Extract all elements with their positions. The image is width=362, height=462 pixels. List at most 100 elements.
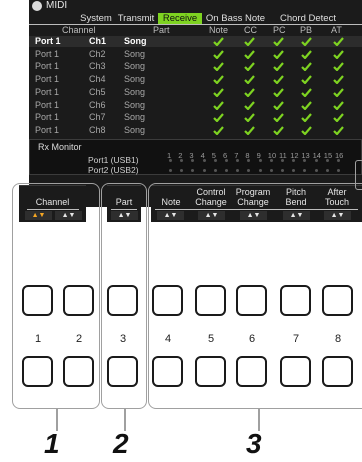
check-icon[interactable] [273,49,284,59]
check-icon[interactable] [213,88,224,97]
page-title: MIDI [46,0,68,11]
button-6-lower[interactable] [236,356,267,387]
check-icon[interactable] [244,49,255,59]
channel-row[interactable]: Port 1 Ch1 Song [29,36,362,47]
check-icon[interactable] [301,62,312,72]
button-number: 7 [292,333,300,345]
button-8-lower[interactable] [322,356,353,387]
button-2-lower[interactable] [63,356,94,387]
rx-activity-dot [325,159,329,162]
check-icon[interactable] [213,126,224,135]
tab-transmit[interactable]: Transmit [116,13,156,24]
check-icon[interactable] [273,62,284,72]
check-icon[interactable] [273,75,284,85]
button-7-lower[interactable] [280,356,311,387]
callout-1: 1 [44,428,60,459]
check-icon[interactable] [333,75,344,85]
channel-row[interactable]: Port 1 Ch5 Song [29,87,362,98]
button-number: 3 [119,333,127,345]
button-5-upper[interactable] [195,285,226,316]
col-header-channel: Channel [62,25,96,35]
check-icon[interactable] [244,62,255,72]
tab-receive[interactable]: Receive [158,13,202,24]
channel-row[interactable]: Port 1 Ch7 Song [29,112,362,123]
check-icon[interactable] [333,37,344,46]
button-4-lower[interactable] [152,356,183,387]
channel-row[interactable]: Port 1 Ch2 Song [29,49,362,60]
check-icon[interactable] [244,88,255,97]
button-3-lower[interactable] [107,356,138,387]
check-icon[interactable] [244,113,255,123]
button-2-upper[interactable] [63,285,94,316]
button-8-upper[interactable] [322,285,353,316]
row-part: Song [124,99,146,110]
tab-on-bass-note[interactable]: On Bass Note [205,13,266,24]
rx-activity-dot [213,169,217,172]
rx-activity-dot [202,169,206,172]
check-icon[interactable] [244,75,255,85]
rx-activity-dot [303,159,307,162]
button-1-lower[interactable] [22,356,53,387]
tab-system[interactable]: System [76,13,116,24]
button-number: 6 [248,333,256,345]
channel-row[interactable]: Port 1 Ch8 Song [29,125,362,136]
check-icon[interactable] [301,75,312,85]
check-icon[interactable] [244,100,255,110]
check-icon[interactable] [301,49,312,59]
row-port: Port 1 [35,74,60,85]
check-icon[interactable] [333,100,344,110]
check-icon[interactable] [273,37,284,46]
check-icon[interactable] [333,126,344,135]
check-icon[interactable] [273,113,284,123]
rx-activity-dot [269,159,273,162]
row-ch: Ch7 [89,112,106,123]
check-icon[interactable] [273,126,284,135]
check-icon[interactable] [301,88,312,97]
channel-row[interactable]: Port 1 Ch4 Song [29,74,362,85]
button-4-upper[interactable] [152,285,183,316]
row-ch: Ch4 [89,74,106,85]
check-icon[interactable] [273,100,284,110]
rx-activity-dot [180,169,184,172]
check-icon[interactable] [213,100,224,110]
title-bar: MIDI [29,0,362,12]
rx-port2-label: Port2 (USB2) [88,165,139,175]
check-icon[interactable] [213,75,224,85]
check-icon[interactable] [333,88,344,97]
row-part: Song [124,74,146,85]
row-ch: Ch6 [89,99,106,110]
check-icon[interactable] [333,49,344,59]
channel-row[interactable]: Port 1 Ch6 Song [29,100,362,111]
channel-row[interactable]: Port 1 Ch3 Song [29,61,362,72]
button-6-upper[interactable] [236,285,267,316]
tab-chord-detect[interactable]: Chord Detect [277,13,339,24]
check-icon[interactable] [244,37,255,46]
button-5-lower[interactable] [195,356,226,387]
check-icon[interactable] [333,62,344,72]
button-1-upper[interactable] [22,285,53,316]
midi-icon [32,1,42,11]
callout-3: 3 [246,428,262,459]
rx-activity-dot [314,159,318,162]
row-port: Port 1 [35,61,60,72]
rx-activity-dot [169,169,172,172]
col-header-note: Note [209,25,229,35]
check-icon[interactable] [213,62,224,72]
check-icon[interactable] [301,37,312,46]
check-icon[interactable] [301,113,312,123]
check-icon[interactable] [301,126,312,135]
row-ch: Ch1 [89,36,107,46]
row-port: Port 1 [35,112,60,123]
check-icon[interactable] [301,100,312,110]
rx-activity-dot [281,169,284,172]
row-part: Song [124,36,147,46]
rx-activity-dot [236,169,240,172]
check-icon[interactable] [213,37,224,46]
check-icon[interactable] [333,113,344,123]
check-icon[interactable] [213,113,224,123]
check-icon[interactable] [273,88,284,97]
button-3-upper[interactable] [107,285,138,316]
check-icon[interactable] [213,49,224,59]
button-7-upper[interactable] [280,285,311,316]
check-icon[interactable] [244,126,255,135]
